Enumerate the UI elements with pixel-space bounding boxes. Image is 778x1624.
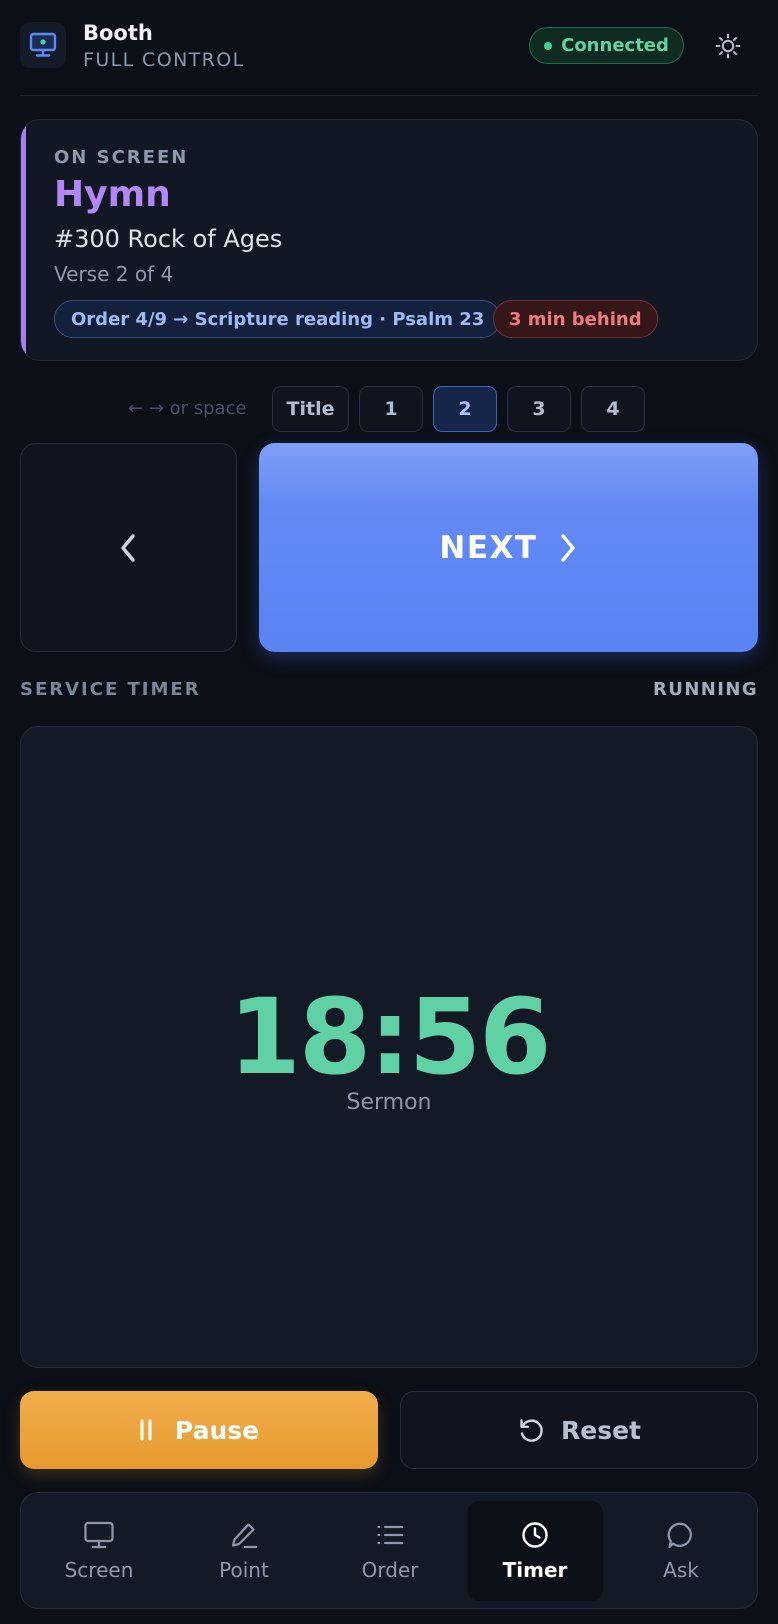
connection-status-badge: Connected [529, 27, 684, 64]
chat-bubble-icon [667, 1522, 692, 1549]
monitor-icon [20, 22, 66, 68]
card-accent-bar [21, 120, 26, 360]
theme-toggle-button[interactable] [710, 28, 746, 64]
pause-button[interactable]: Pause [20, 1391, 378, 1469]
verse-button-1[interactable]: 1 [359, 386, 423, 432]
on-screen-type: Hymn [54, 174, 171, 215]
monitor-icon [84, 1521, 114, 1549]
nav-item-ask[interactable]: Ask [613, 1501, 749, 1601]
list-icon [377, 1525, 404, 1545]
order-badge: Order 4/9 → Scripture reading · Psalm 23 [54, 300, 502, 338]
reset-button[interactable]: Reset [400, 1391, 758, 1469]
app-subtitle: FULL CONTROL [83, 49, 245, 71]
nav-label-order: Order [361, 1558, 419, 1582]
previous-button[interactable] [20, 443, 237, 652]
nav-item-point[interactable]: Point [176, 1501, 312, 1601]
nav-item-order[interactable]: Order [322, 1501, 458, 1601]
app-title: Booth [83, 21, 153, 45]
next-button-label: NEXT [439, 529, 538, 566]
chevron-right-icon [560, 533, 575, 562]
pen-icon [231, 1523, 258, 1549]
timer-display-card: 18:56 Sermon [20, 726, 758, 1368]
timer-state-label: RUNNING [653, 679, 758, 700]
pause-button-label: Pause [174, 1415, 260, 1445]
on-screen-verse: Verse 2 of 4 [54, 262, 174, 286]
header-divider [20, 95, 758, 96]
reset-icon [520, 1419, 543, 1442]
service-timer-label: SERVICE TIMER [20, 679, 201, 700]
nav-label-timer: Timer [502, 1558, 568, 1582]
app-title-block: Booth FULL CONTROL [83, 20, 245, 73]
reset-button-label: Reset [561, 1415, 641, 1445]
bottom-navigation: Screen Point Order Timer Ask [20, 1492, 758, 1609]
nav-label-ask: Ask [663, 1558, 699, 1582]
behind-badge: 3 min behind [493, 300, 658, 338]
connection-status-label: Connected [561, 35, 669, 56]
app-header: Booth FULL CONTROL Connected [20, 20, 758, 76]
sun-icon [715, 33, 741, 59]
pause-icon [140, 1419, 152, 1441]
status-dot-icon [544, 41, 553, 50]
verse-button-title[interactable]: Title [272, 386, 349, 432]
verse-button-2[interactable]: 2 [433, 386, 497, 432]
timer-value: 18:56 [228, 976, 551, 1098]
clock-icon [522, 1522, 548, 1548]
chevron-left-icon [120, 533, 135, 562]
nav-label-screen: Screen [64, 1558, 134, 1582]
on-screen-card: ON SCREEN Hymn #300 Rock of Ages Verse 2… [20, 119, 758, 361]
on-screen-label: ON SCREEN [54, 147, 189, 168]
verse-button-3[interactable]: 3 [507, 386, 571, 432]
nav-label-point: Point [219, 1558, 269, 1582]
next-button[interactable]: NEXT [259, 443, 758, 652]
nav-item-timer[interactable]: Timer [467, 1501, 603, 1601]
timer-segment-label: Sermon [346, 1090, 432, 1115]
keyboard-hint: ← → or space [128, 398, 247, 419]
nav-item-screen[interactable]: Screen [31, 1501, 167, 1601]
on-screen-song: #300 Rock of Ages [54, 225, 283, 253]
verse-button-4[interactable]: 4 [581, 386, 645, 432]
